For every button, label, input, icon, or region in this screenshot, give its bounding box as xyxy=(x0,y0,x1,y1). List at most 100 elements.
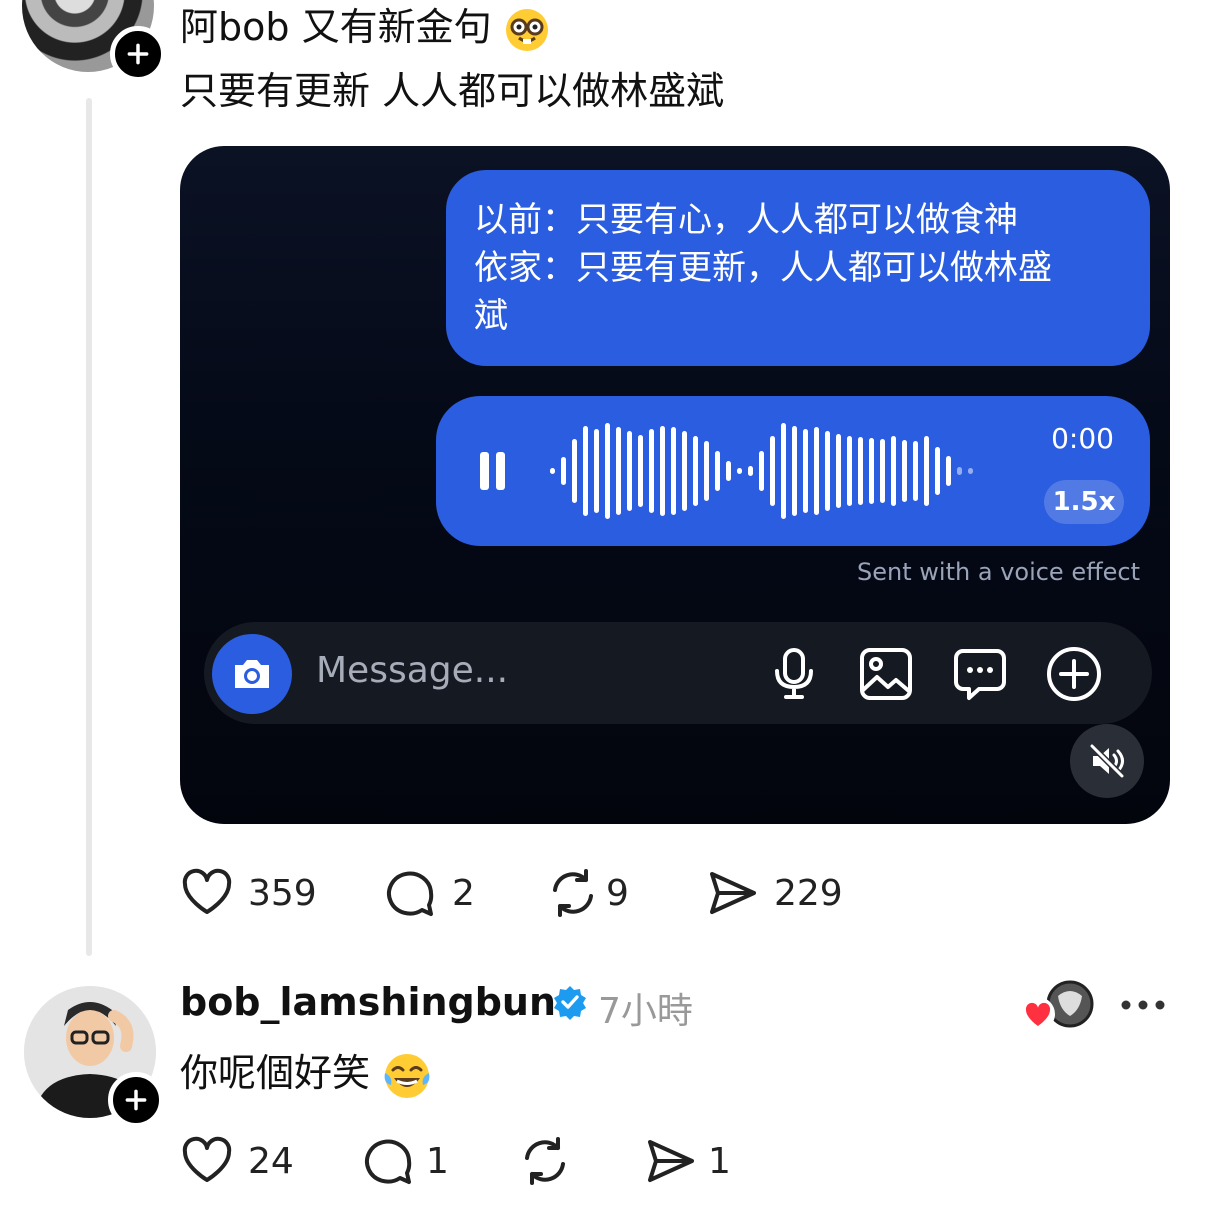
reply-repost-button[interactable] xyxy=(518,1134,572,1188)
thread-line xyxy=(86,98,92,956)
reply-comment-button[interactable]: 1 xyxy=(362,1134,449,1188)
waveform-bar xyxy=(847,436,852,506)
nerd-face-emoji xyxy=(505,8,548,51)
waveform-bar xyxy=(935,447,940,495)
post-title-text: 阿bob 又有新金句 xyxy=(180,5,492,49)
speaker-muted-icon xyxy=(1089,743,1125,779)
waveform-bar xyxy=(946,456,951,486)
message-input[interactable]: Message... xyxy=(316,650,508,691)
waveform-bar xyxy=(737,468,742,474)
waveform-bar xyxy=(594,429,599,513)
waveform-bar xyxy=(781,423,786,519)
waveform-bar xyxy=(803,429,808,513)
waveform-bar xyxy=(572,439,577,503)
comment-icon xyxy=(387,871,434,916)
follow-button[interactable] xyxy=(108,1072,164,1128)
waveform-bar xyxy=(693,436,698,506)
comment-icon xyxy=(365,1139,412,1184)
waveform-bar xyxy=(968,468,973,474)
message-line: 斌 xyxy=(474,296,508,336)
pause-icon[interactable] xyxy=(480,452,506,490)
heart-filled-icon xyxy=(1021,997,1055,1031)
waveform-bar xyxy=(913,441,918,501)
mute-button[interactable] xyxy=(1070,724,1144,798)
chat-bubble-icon xyxy=(954,649,1006,700)
message-composer: Message... xyxy=(204,622,1152,724)
reply-share-count: 1 xyxy=(708,1140,731,1182)
comment-button[interactable]: 2 xyxy=(384,866,475,920)
share-button[interactable]: 229 xyxy=(706,866,843,920)
share-count: 229 xyxy=(774,872,843,914)
reply-body: 你呢個好笑 xyxy=(180,1050,432,1101)
plus-icon xyxy=(127,43,149,65)
waveform-bar xyxy=(759,451,764,491)
reply-body-text: 你呢個好笑 xyxy=(180,1051,371,1095)
message-line: 以前：只要有心，人人都可以做食神 xyxy=(474,200,1018,240)
waveform-bar xyxy=(660,426,665,516)
waveform-bar xyxy=(858,437,863,505)
image-icon xyxy=(860,648,912,700)
waveform-bar xyxy=(638,435,643,507)
comment-count: 2 xyxy=(452,872,475,914)
heart-icon xyxy=(182,868,232,914)
waveform-bar xyxy=(902,440,907,502)
more-options-button[interactable] xyxy=(1046,646,1102,702)
waveform-bar xyxy=(924,436,929,506)
more-menu-icon[interactable] xyxy=(1118,990,1168,1020)
reply-username[interactable]: bob_lamshingbun xyxy=(180,980,556,1024)
voice-waveform xyxy=(550,420,1020,522)
waveform-bar xyxy=(957,467,962,475)
microphone-icon xyxy=(775,648,813,699)
sticker-button[interactable] xyxy=(952,646,1008,702)
waveform-bar xyxy=(748,466,753,476)
heart-icon xyxy=(182,1136,232,1182)
playback-speed-button[interactable]: 1.5x xyxy=(1044,480,1124,524)
liked-by-author-indicator xyxy=(1021,980,1094,1034)
like-button[interactable]: 359 xyxy=(180,866,317,920)
waveform-bar xyxy=(583,426,588,516)
reply-share-button[interactable]: 1 xyxy=(644,1134,731,1188)
plus-circle-icon xyxy=(1047,647,1101,701)
reply-comment-count: 1 xyxy=(426,1140,449,1182)
waveform-bar xyxy=(869,438,874,504)
send-icon xyxy=(710,872,756,914)
waveform-bar xyxy=(671,427,676,515)
waveform-bar xyxy=(627,431,632,511)
waveform-bar xyxy=(836,434,841,508)
waveform-bar xyxy=(682,431,687,511)
message-line: 依家：只要有更新，人人都可以做林盛 xyxy=(474,248,1052,288)
reply-timestamp: 7小時 xyxy=(598,991,693,1032)
camera-icon xyxy=(235,660,269,688)
waveform-bar xyxy=(561,457,566,485)
laughing-tears-emoji xyxy=(384,1053,430,1098)
camera-button[interactable] xyxy=(212,634,292,714)
waveform-bar xyxy=(825,431,830,511)
repost-icon xyxy=(525,1137,565,1185)
waveform-bar xyxy=(649,429,654,513)
post-media[interactable]: 以前：只要有心，人人都可以做食神 依家：只要有更新，人人都可以做林盛 斌 0:0… xyxy=(180,146,1170,824)
reply-like-button[interactable]: 24 xyxy=(180,1134,294,1188)
reply-like-count: 24 xyxy=(248,1140,294,1182)
like-count: 359 xyxy=(248,872,317,914)
gallery-button[interactable] xyxy=(858,646,914,702)
verified-badge-icon xyxy=(554,986,586,1020)
send-icon xyxy=(648,1140,694,1182)
repost-count: 9 xyxy=(606,872,629,914)
waveform-bar xyxy=(770,436,775,506)
waveform-bar xyxy=(814,427,819,515)
post-title: 阿bob 又有新金句 xyxy=(180,4,550,53)
microphone-button[interactable] xyxy=(766,646,822,702)
waveform-bar xyxy=(704,441,709,501)
plus-icon xyxy=(125,1089,147,1111)
repost-button[interactable]: 9 xyxy=(546,866,629,920)
waveform-bar xyxy=(605,423,610,519)
waveform-bar xyxy=(891,436,896,506)
waveform-bar xyxy=(792,426,797,516)
waveform-bar xyxy=(550,468,555,474)
repost-icon xyxy=(553,869,593,917)
voice-message-bubble: 0:00 1.5x xyxy=(436,396,1150,546)
waveform-bar xyxy=(726,461,731,481)
follow-button[interactable] xyxy=(110,26,166,82)
waveform-bar xyxy=(880,439,885,503)
waveform-bar xyxy=(616,427,621,515)
